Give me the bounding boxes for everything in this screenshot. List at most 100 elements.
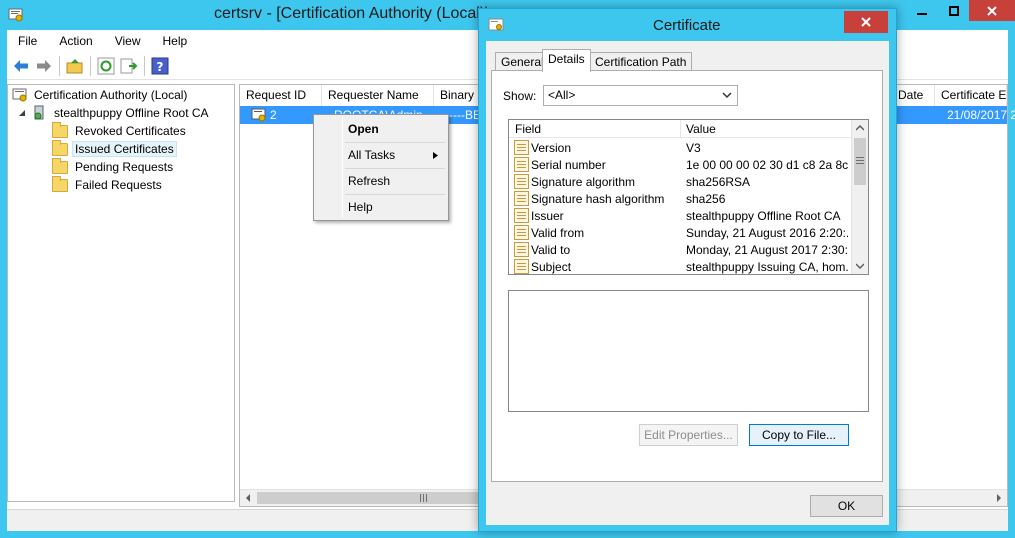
svg-text:?: ? [157, 60, 164, 74]
context-menu: Open All Tasks Refresh Help [313, 114, 449, 221]
dialog-titlebar[interactable]: Certificate [479, 9, 896, 41]
field-value: Monday, 21 August 2017 2:30:... [686, 243, 848, 257]
refresh-icon[interactable] [97, 57, 115, 75]
expand-arrow-icon[interactable] [18, 109, 26, 117]
tab-certification-path[interactable]: Certification Path [589, 52, 693, 71]
chevron-down-icon [722, 92, 732, 99]
menu-item-label: All Tasks [348, 148, 396, 162]
tree-item-label: Issued Certificates [72, 141, 177, 157]
show-dropdown[interactable]: <All> [543, 85, 738, 106]
field-name: Subject [531, 260, 572, 274]
close-icon [861, 17, 871, 27]
tree-item-issued[interactable]: Issued Certificates [52, 139, 177, 158]
list-item[interactable]: Valid from Sunday, 21 August 2016 2:20:.… [509, 224, 851, 241]
list-item[interactable]: Issuer stealthpuppy Offline Root CA [509, 207, 851, 224]
tab-details[interactable]: Details [542, 49, 591, 72]
main-window-title: certsrv - [Certification Authority (Loca… [214, 5, 490, 22]
cell-request-id: 2 [270, 108, 277, 122]
edit-properties-button[interactable]: Edit Properties... [639, 424, 738, 446]
copy-to-file-button[interactable]: Copy to File... [749, 424, 849, 446]
menu-separator [345, 194, 445, 195]
column-header-requester-name[interactable]: Requester Name [322, 85, 434, 106]
list-item[interactable]: Version V3 [509, 139, 851, 156]
field-name: Valid from [531, 226, 585, 240]
certificate-row-icon [251, 108, 266, 122]
field-icon [514, 242, 529, 257]
field-icon [514, 191, 529, 206]
toolbar-separator [90, 56, 91, 76]
menu-item-all-tasks[interactable]: All Tasks [316, 144, 446, 166]
field-name: Version [531, 141, 572, 155]
column-header-request-id[interactable]: Request ID [240, 85, 322, 106]
field-value: sha256RSA [686, 175, 751, 189]
field-name: Serial number [531, 158, 606, 172]
details-panel: Show: <All> Field Value Version V3 Seria… [491, 70, 883, 482]
minimize-button[interactable] [905, 0, 938, 21]
tree-item-label: Certification Authority (Local) [34, 88, 188, 102]
field-value: Sunday, 21 August 2016 2:20:... [686, 226, 848, 240]
list-item[interactable]: Subject stealthpuppy Issuing CA, hom... [509, 258, 851, 274]
menu-separator [345, 168, 445, 169]
certsrv-app-icon[interactable] [8, 7, 24, 23]
tree-item-label: Pending Requests [75, 160, 174, 174]
show-label: Show: [503, 89, 537, 103]
toolbar-separator [144, 56, 145, 76]
list-item[interactable]: Serial number 1e 00 00 00 02 30 d1 c8 2a… [509, 156, 851, 173]
fields-list[interactable]: Field Value Version V3 Serial number 1e … [508, 119, 869, 275]
certificate-dialog: Certificate General Details Certificatio… [478, 8, 897, 532]
field-value: stealthpuppy Issuing CA, hom... [686, 260, 848, 274]
tree-item-pending[interactable]: Pending Requests [52, 157, 176, 176]
maximize-button[interactable] [937, 0, 970, 21]
scroll-left-icon[interactable] [244, 494, 252, 502]
field-value: sha256 [686, 192, 726, 206]
menu-separator [345, 142, 445, 143]
menu-file[interactable]: File [7, 34, 48, 48]
up-folder-icon[interactable] [66, 57, 84, 75]
menu-item-help[interactable]: Help [316, 196, 446, 218]
field-name: Signature algorithm [531, 175, 636, 189]
tree-item-failed[interactable]: Failed Requests [52, 175, 165, 194]
server-certificate-icon [34, 105, 44, 120]
list-item[interactable]: Valid to Monday, 21 August 2017 2:30:... [509, 241, 851, 258]
menu-item-open[interactable]: Open [316, 118, 446, 140]
column-divider[interactable] [680, 120, 681, 138]
scroll-right-icon[interactable] [995, 494, 1003, 502]
column-header-certificate-expiry[interactable]: Certificate Ex [935, 85, 1007, 106]
dialog-close-button[interactable] [844, 11, 888, 33]
field-icon [514, 225, 529, 240]
scroll-down-icon[interactable] [856, 263, 864, 269]
close-button[interactable] [969, 0, 1015, 21]
field-icon [514, 140, 529, 155]
field-detail-textbox[interactable] [508, 290, 869, 412]
back-arrow-icon[interactable] [12, 57, 30, 75]
list-item[interactable]: Signature algorithm sha256RSA [509, 173, 851, 190]
field-icon [514, 259, 529, 274]
help-icon[interactable]: ? [151, 57, 169, 75]
column-header-field[interactable]: Field [515, 122, 541, 136]
column-header-date[interactable]: Date [892, 85, 935, 106]
folder-icon [52, 121, 68, 138]
list-item[interactable]: Signature hash algorithm sha256 [509, 190, 851, 207]
minimize-icon [916, 12, 927, 15]
tree-item-root[interactable]: Certification Authority (Local) [12, 86, 190, 104]
fields-list-header: Field Value [509, 120, 851, 138]
field-name: Valid to [531, 243, 571, 257]
scroll-up-icon[interactable] [856, 125, 864, 131]
menu-item-refresh[interactable]: Refresh [316, 170, 446, 192]
tree-item-revoked[interactable]: Revoked Certificates [52, 121, 189, 140]
menu-help[interactable]: Help [152, 34, 199, 48]
grip-icon [856, 157, 864, 164]
vertical-scrollbar[interactable] [851, 120, 868, 274]
menu-view[interactable]: View [104, 34, 152, 48]
export-list-icon[interactable] [120, 57, 138, 75]
maximize-icon [948, 5, 959, 16]
ok-button[interactable]: OK [810, 495, 883, 517]
menu-action[interactable]: Action [48, 34, 103, 48]
folder-icon [52, 139, 68, 156]
tree-item-ca[interactable]: stealthpuppy Offline Root CA [18, 104, 212, 122]
scrollbar-thumb[interactable] [257, 492, 479, 504]
certificate-app-icon [488, 18, 504, 31]
toolbar-separator [59, 56, 60, 76]
column-header-value[interactable]: Value [686, 122, 716, 136]
forward-arrow-icon[interactable] [35, 57, 53, 75]
